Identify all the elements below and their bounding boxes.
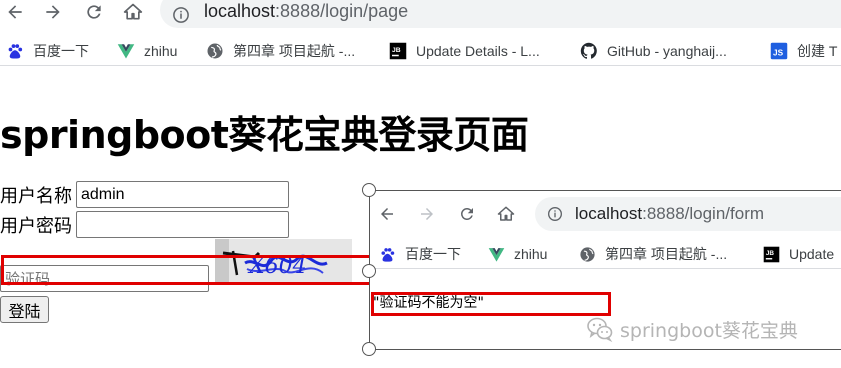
inset-url-text: localhost:8888/login/form [575, 204, 764, 224]
bookmark-label: Update [789, 246, 835, 262]
home-icon [123, 3, 143, 20]
bookmark-zhihu[interactable]: zhihu [117, 40, 177, 62]
baidu-paw-icon [379, 246, 396, 263]
inset-bookmarks-bar: 百度一下 zhihu 第四章 项目起航 -... JB Update [370, 239, 841, 269]
svg-text:JB: JB [392, 47, 401, 54]
info-icon[interactable] [547, 206, 563, 222]
inset-bookmark-update[interactable]: JB Update [763, 243, 834, 265]
reload-icon [87, 5, 101, 19]
globe-icon [579, 246, 596, 263]
password-row: 用户密码 [0, 211, 289, 238]
home-icon [497, 206, 515, 221]
login-button[interactable]: 登陆 [0, 296, 49, 323]
inset-bookmark-chapter4[interactable]: 第四章 项目起航 -... [579, 243, 727, 265]
github-icon [580, 42, 598, 60]
inset-bookmark-zhihu[interactable]: zhihu [488, 243, 547, 265]
bookmarks-bar: 百度一下 zhihu 第四章 项目起航 -... JB Update Detai… [0, 36, 841, 66]
reload-icon [460, 207, 473, 220]
bookmark-baidu[interactable]: 百度一下 [6, 40, 89, 62]
baidu-paw-icon [6, 42, 24, 60]
jetbrains-icon: JB [389, 42, 407, 60]
bookmark-label: 百度一下 [33, 43, 89, 59]
inset-reload-button[interactable] [456, 203, 478, 225]
bookmark-label: GitHub - yanghaij... [607, 43, 727, 59]
vue-logo-icon [117, 42, 135, 60]
captcha-highlight-box [1, 255, 382, 285]
resize-handle-middle-left[interactable] [362, 264, 376, 278]
back-button[interactable] [2, 0, 28, 24]
url-host: localhost [204, 1, 276, 21]
inset-bookmark-baidu[interactable]: 百度一下 [379, 243, 461, 265]
inset-back-button[interactable] [376, 203, 398, 225]
resize-handle-bottom-left[interactable] [362, 342, 376, 356]
url-path: :8888/login/page [275, 1, 409, 21]
bookmark-github[interactable]: GitHub - yanghaij... [580, 40, 727, 62]
inset-home-button[interactable] [495, 203, 517, 225]
url-text: localhost:8888/login/page [204, 1, 408, 22]
password-input[interactable] [76, 211, 289, 238]
bookmark-create[interactable]: JS 创建 T [770, 40, 837, 62]
bookmark-label: zhihu [514, 246, 548, 262]
bookmark-label: 第四章 项目起航 -... [605, 246, 728, 262]
username-row: 用户名称 [0, 181, 289, 208]
home-button[interactable] [120, 0, 146, 24]
message-highlight-box [371, 292, 611, 316]
info-icon[interactable] [172, 6, 190, 24]
bookmark-label: 第四章 项目起航 -... [233, 43, 356, 59]
arrow-left-icon [8, 5, 22, 19]
inset-url-path: :8888/login/form [642, 204, 765, 223]
arrow-left-icon [381, 208, 393, 220]
bookmark-label: 百度一下 [405, 246, 461, 262]
inset-url-host: localhost [575, 204, 643, 223]
svg-text:JS: JS [773, 49, 784, 58]
bookmark-chapter4[interactable]: 第四章 项目起航 -... [206, 40, 355, 62]
inset-address-bar[interactable]: localhost:8888/login/form [535, 197, 841, 231]
wechat-icon [587, 317, 613, 343]
arrow-right-icon [421, 208, 433, 220]
inset-forward-button[interactable] [416, 203, 438, 225]
username-label: 用户名称 [0, 185, 72, 207]
resize-handle-top-left[interactable] [362, 183, 376, 197]
globe-icon [206, 42, 224, 60]
arrow-right-icon [46, 5, 60, 19]
bookmark-label: zhihu [144, 43, 178, 59]
forward-button[interactable] [40, 0, 66, 24]
js-icon: JS [770, 42, 788, 60]
svg-text:JB: JB [766, 250, 775, 257]
vue-logo-icon [488, 246, 505, 263]
browser-toolbar: localhost:8888/login/page [0, 0, 841, 28]
password-label: 用户密码 [0, 215, 72, 237]
page-title: springboot葵花宝典登录页面 [0, 113, 529, 157]
username-input[interactable] [76, 181, 289, 208]
bookmark-label: Update Details - L... [416, 43, 540, 59]
reload-button[interactable] [81, 0, 107, 24]
watermark-text: springboot葵花宝典 [620, 319, 798, 342]
jetbrains-icon: JB [763, 246, 780, 263]
bookmark-update-details[interactable]: JB Update Details - L... [389, 40, 540, 62]
watermark: springboot葵花宝典 [586, 315, 798, 343]
bookmark-label: 创建 T [797, 43, 838, 59]
address-bar[interactable]: localhost:8888/login/page [160, 0, 841, 28]
